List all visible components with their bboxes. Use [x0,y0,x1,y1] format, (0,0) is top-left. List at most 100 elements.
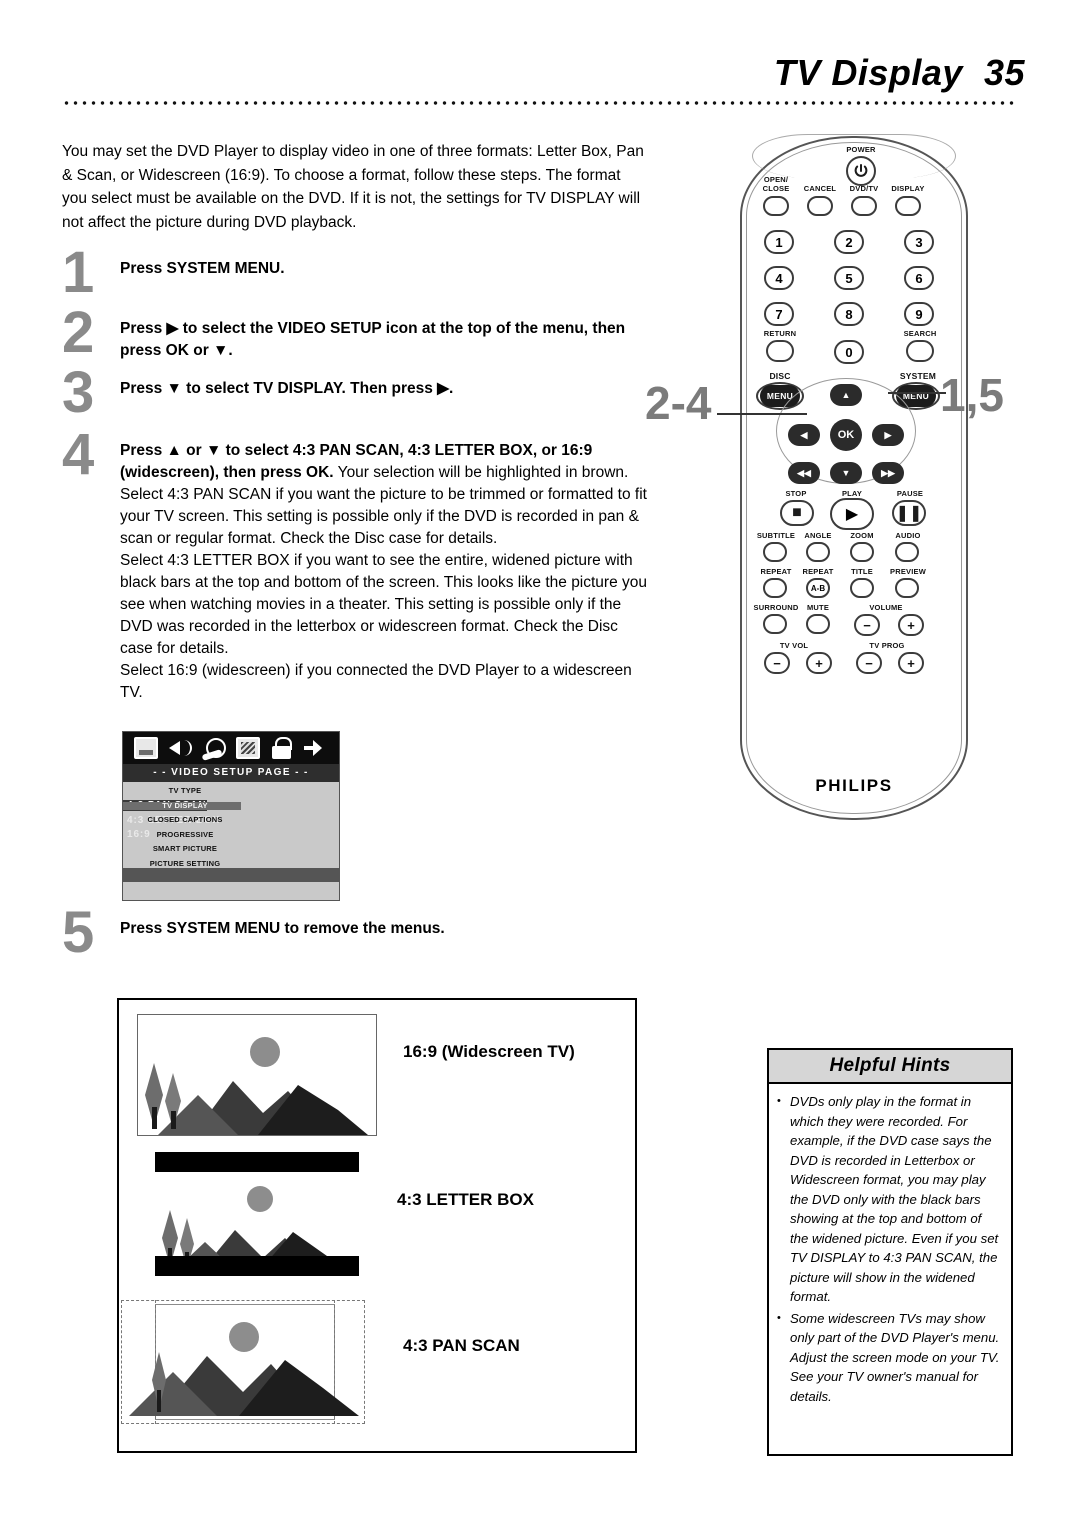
power-label: POWER [846,145,876,154]
illustration-letterbox: 4:3 LETTER BOX [155,1152,534,1276]
zoom-button[interactable] [850,542,874,562]
osd-icon-row [123,732,339,764]
stop-label: STOP [785,489,807,498]
osd-menu-list: TV TYPE TV DISPLAY 4:3 PAN SCAN CLOSED C… [123,784,339,871]
lock-icon[interactable] [270,737,294,759]
monitor-icon[interactable] [134,737,158,759]
callout-steps-1-5: 1,5 [940,369,1004,421]
number-button-0[interactable]: 0 [834,340,864,364]
tv-prog-label: TV PROG [869,641,905,650]
power-button[interactable] [846,156,876,186]
step-number: 2 [62,300,95,365]
power-icon [854,164,868,177]
mute-button[interactable] [806,614,830,634]
skip-forward-button[interactable]: ▶▶ [872,462,904,484]
scene [138,1015,376,1135]
step-detail-letterbox: Select 4:3 LETTER BOX if you want to see… [120,552,648,657]
remote-control-diagram: POWER OPEN/ CLOSE CANCEL DVD/TV DISPLAY … [730,128,980,828]
zoom-label: ZOOM [850,531,874,540]
philips-logo: PHILIPS [815,776,893,795]
play-button[interactable]: ▶ [830,498,874,530]
number-button-4[interactable]: 4 [764,266,794,290]
osd-row-closed-captions[interactable]: CLOSED CAPTIONS 4:3 LETTER BOX [123,813,339,828]
hint-text: DVDs only play in the format in which th… [790,1094,999,1304]
number-button-1[interactable]: 1 [764,230,794,254]
scene [121,1300,365,1424]
display-button[interactable] [895,196,921,216]
repeat-ab-button[interactable]: A-B [806,578,830,598]
manual-page: TV Display 35 You may set the DVD Player… [0,0,1080,1523]
number-button-6[interactable]: 6 [904,266,934,290]
osd-row-smart-picture[interactable]: SMART PICTURE [123,842,339,857]
subtitle-button[interactable] [763,542,787,562]
volume-up-button[interactable]: + [898,614,924,636]
nav-down-button[interactable]: ▼ [830,462,862,484]
osd-row-label: PROGRESSIVE [156,829,214,839]
tv-vol-up-button[interactable]: + [806,652,832,674]
disc-icon[interactable] [202,737,226,759]
stop-icon: ■ [792,504,802,521]
dvd-tv-label: DVD/TV [849,184,879,193]
nav-right-button[interactable]: ▶ [872,424,904,446]
angle-label: ANGLE [804,531,832,540]
pause-button[interactable]: ❚❚ [892,500,926,526]
letterbox-picture [155,1152,359,1276]
nav-up-button[interactable]: ▲ [830,384,862,406]
widescreen-picture [137,1014,377,1136]
osd-footer-bar [123,868,339,882]
dvd-tv-button[interactable] [851,196,877,216]
step-4: 4 Press ▲ or ▼ to select 4:3 PAN SCAN, 4… [62,426,648,704]
open-close-button[interactable] [763,196,789,216]
title-button[interactable] [850,578,874,598]
number-button-7[interactable]: 7 [764,302,794,326]
helpful-hints-body: • DVDs only play in the format in which … [769,1084,1011,1414]
osd-row-tv-display[interactable]: TV DISPLAY 4:3 PAN SCAN [123,799,339,814]
ok-button[interactable]: OK [830,419,862,451]
speaker-icon[interactable] [168,737,192,759]
number-button-8[interactable]: 8 [834,302,864,326]
hint-item: • Some widescreen TVs may show only part… [777,1309,1001,1407]
step-number: 4 [62,422,95,487]
hint-item: • DVDs only play in the format in which … [777,1092,1001,1307]
number-button-3[interactable]: 3 [904,230,934,254]
surround-button[interactable] [763,614,787,634]
nav-left-button[interactable]: ◀ [788,424,820,446]
display-label: DISPLAY [891,184,925,193]
return-button[interactable] [766,340,794,362]
subtitle-label: SUBTITLE [756,531,796,540]
cancel-label: CANCEL [803,184,837,193]
page-title: TV Display 35 [773,52,1025,93]
preference-icon[interactable] [236,737,260,759]
tv-vol-down-button[interactable]: − [764,652,790,674]
volume-down-button[interactable]: − [854,614,880,636]
osd-row-label: CLOSED CAPTIONS [147,815,223,824]
osd-row-progressive[interactable]: PROGRESSIVE 16:9 [123,828,339,843]
preview-button[interactable] [895,578,919,598]
title-label: TITLE [851,567,873,576]
preview-label: PREVIEW [890,567,926,576]
exit-icon[interactable] [304,737,328,759]
return-label: RETURN [763,329,797,338]
skip-back-button[interactable]: ◀◀ [788,462,820,484]
repeat-button[interactable] [763,578,787,598]
number-button-2[interactable]: 2 [834,230,864,254]
disc-label: DISC [769,371,791,381]
volume-label: VOLUME [869,603,903,612]
osd-row-label: SMART PICTURE [152,844,218,853]
callout-leader-left [717,413,807,415]
angle-button[interactable] [806,542,830,562]
number-button-9[interactable]: 9 [904,302,934,326]
cancel-button[interactable] [807,196,833,216]
number-button-5[interactable]: 5 [834,266,864,290]
header-divider [62,100,1018,106]
audio-button[interactable] [895,542,919,562]
callout-leader-right [888,392,946,394]
tv-prog-down-button[interactable]: − [856,652,882,674]
tv-prog-up-button[interactable]: + [898,652,924,674]
search-button[interactable] [906,340,934,362]
osd-row-tv-type[interactable]: TV TYPE [123,784,339,799]
callout-steps-2-4: 2-4 [645,377,712,429]
step-instruction: Press ▶ to select the VIDEO SETUP icon a… [120,320,626,359]
trees-graphic [152,1352,166,1412]
stop-button[interactable]: ■ [780,500,814,526]
